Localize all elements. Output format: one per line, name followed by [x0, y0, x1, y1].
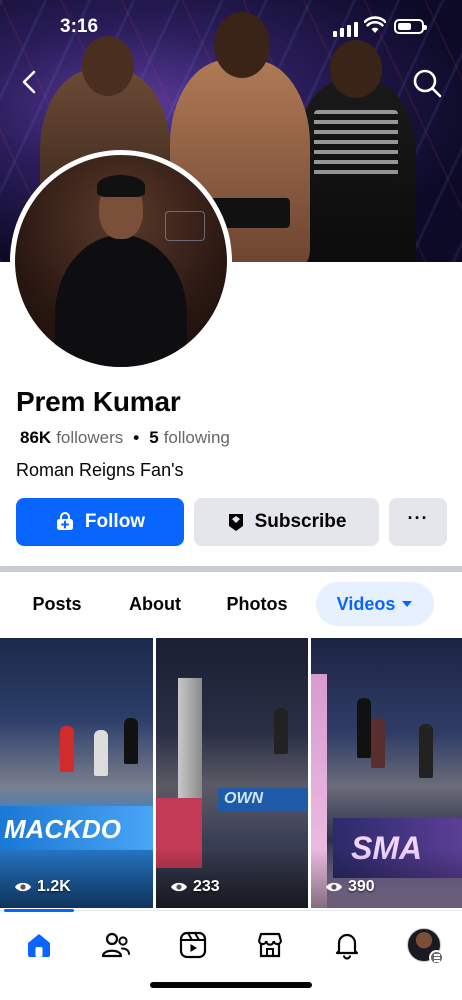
nav-profile-menu[interactable]: [404, 925, 444, 965]
tab-photos[interactable]: Photos: [214, 582, 300, 626]
active-tab-indicator: [4, 909, 74, 912]
video-view-count: 390: [325, 878, 375, 896]
video-view-count: 233: [170, 878, 220, 896]
more-options-button[interactable]: ···: [389, 498, 447, 546]
profile-name: Prem Kumar: [16, 386, 181, 417]
profile-picture[interactable]: [10, 150, 232, 372]
menu-badge-icon: [429, 950, 444, 965]
eye-icon: [171, 882, 187, 892]
friends-icon: [101, 932, 130, 958]
section-divider: [0, 566, 462, 572]
nav-home[interactable]: [19, 925, 59, 965]
video-views: 233: [193, 878, 220, 895]
tab-posts[interactable]: Posts: [22, 582, 92, 626]
home-icon: [28, 934, 50, 957]
cover-person-right: [296, 40, 416, 262]
stats-separator: •: [133, 428, 140, 447]
followers-label[interactable]: followers: [56, 428, 123, 448]
reels-icon: [179, 931, 207, 959]
eye-icon: [15, 882, 31, 892]
video-overlay-banner: MACKDO: [0, 806, 153, 850]
nav-marketplace[interactable]: [250, 925, 290, 965]
profile-picture-image: [15, 155, 227, 367]
profile-stats: 86K followers • 5 following: [20, 428, 230, 448]
battery-icon: [394, 19, 427, 34]
chevron-left-icon: [22, 70, 36, 94]
bell-icon: [335, 933, 359, 960]
tab-videos-label: Videos: [336, 593, 396, 614]
nav-friends[interactable]: [96, 925, 136, 965]
user-avatar: [407, 928, 444, 965]
follow-label: Follow: [84, 511, 146, 532]
tab-videos[interactable]: Videos: [316, 582, 434, 626]
subscribe-label: Subscribe: [254, 511, 347, 532]
video-overlay-text: OWN: [224, 790, 264, 807]
followers-count[interactable]: 86K: [20, 428, 51, 448]
video-thumbnail[interactable]: SMA 390: [311, 638, 462, 908]
back-button[interactable]: [14, 66, 46, 98]
video-views: 1.2K: [37, 878, 71, 895]
status-bar: 3:16: [0, 0, 462, 52]
caret-down-icon: [402, 601, 413, 607]
following-label[interactable]: following: [164, 428, 230, 448]
search-icon: [413, 69, 442, 98]
marketplace-icon: [257, 932, 283, 958]
tab-about[interactable]: About: [118, 582, 192, 626]
following-count[interactable]: 5: [149, 428, 158, 448]
home-indicator: [150, 982, 312, 988]
video-grid: MACKDO 1.2K OWN 233 SMA: [0, 638, 462, 908]
search-button[interactable]: [410, 66, 444, 100]
video-views: 390: [348, 878, 375, 895]
nav-notifications[interactable]: [327, 925, 367, 965]
nav-reels[interactable]: [173, 925, 213, 965]
cellular-signal-icon: [333, 22, 358, 37]
video-view-count: 1.2K: [14, 878, 71, 896]
wifi-icon: [363, 16, 387, 39]
video-overlay-text: MACKDO: [4, 814, 121, 844]
follow-icon: [56, 512, 73, 530]
profile-bio: Roman Reigns Fan's: [16, 460, 184, 480]
video-thumbnail[interactable]: MACKDO 1.2K: [0, 638, 153, 908]
subscribe-button[interactable]: Subscribe: [194, 498, 379, 546]
more-dots-icon: ···: [407, 507, 429, 528]
video-thumbnail[interactable]: OWN 233: [156, 638, 308, 908]
subscribe-badge-icon: [228, 514, 243, 531]
eye-icon: [326, 882, 342, 892]
video-overlay-banner: OWN: [218, 788, 308, 812]
status-time: 3:16: [60, 16, 99, 37]
follow-button[interactable]: Follow: [16, 498, 184, 546]
profile-tabs: Posts About Photos Videos: [0, 582, 462, 626]
